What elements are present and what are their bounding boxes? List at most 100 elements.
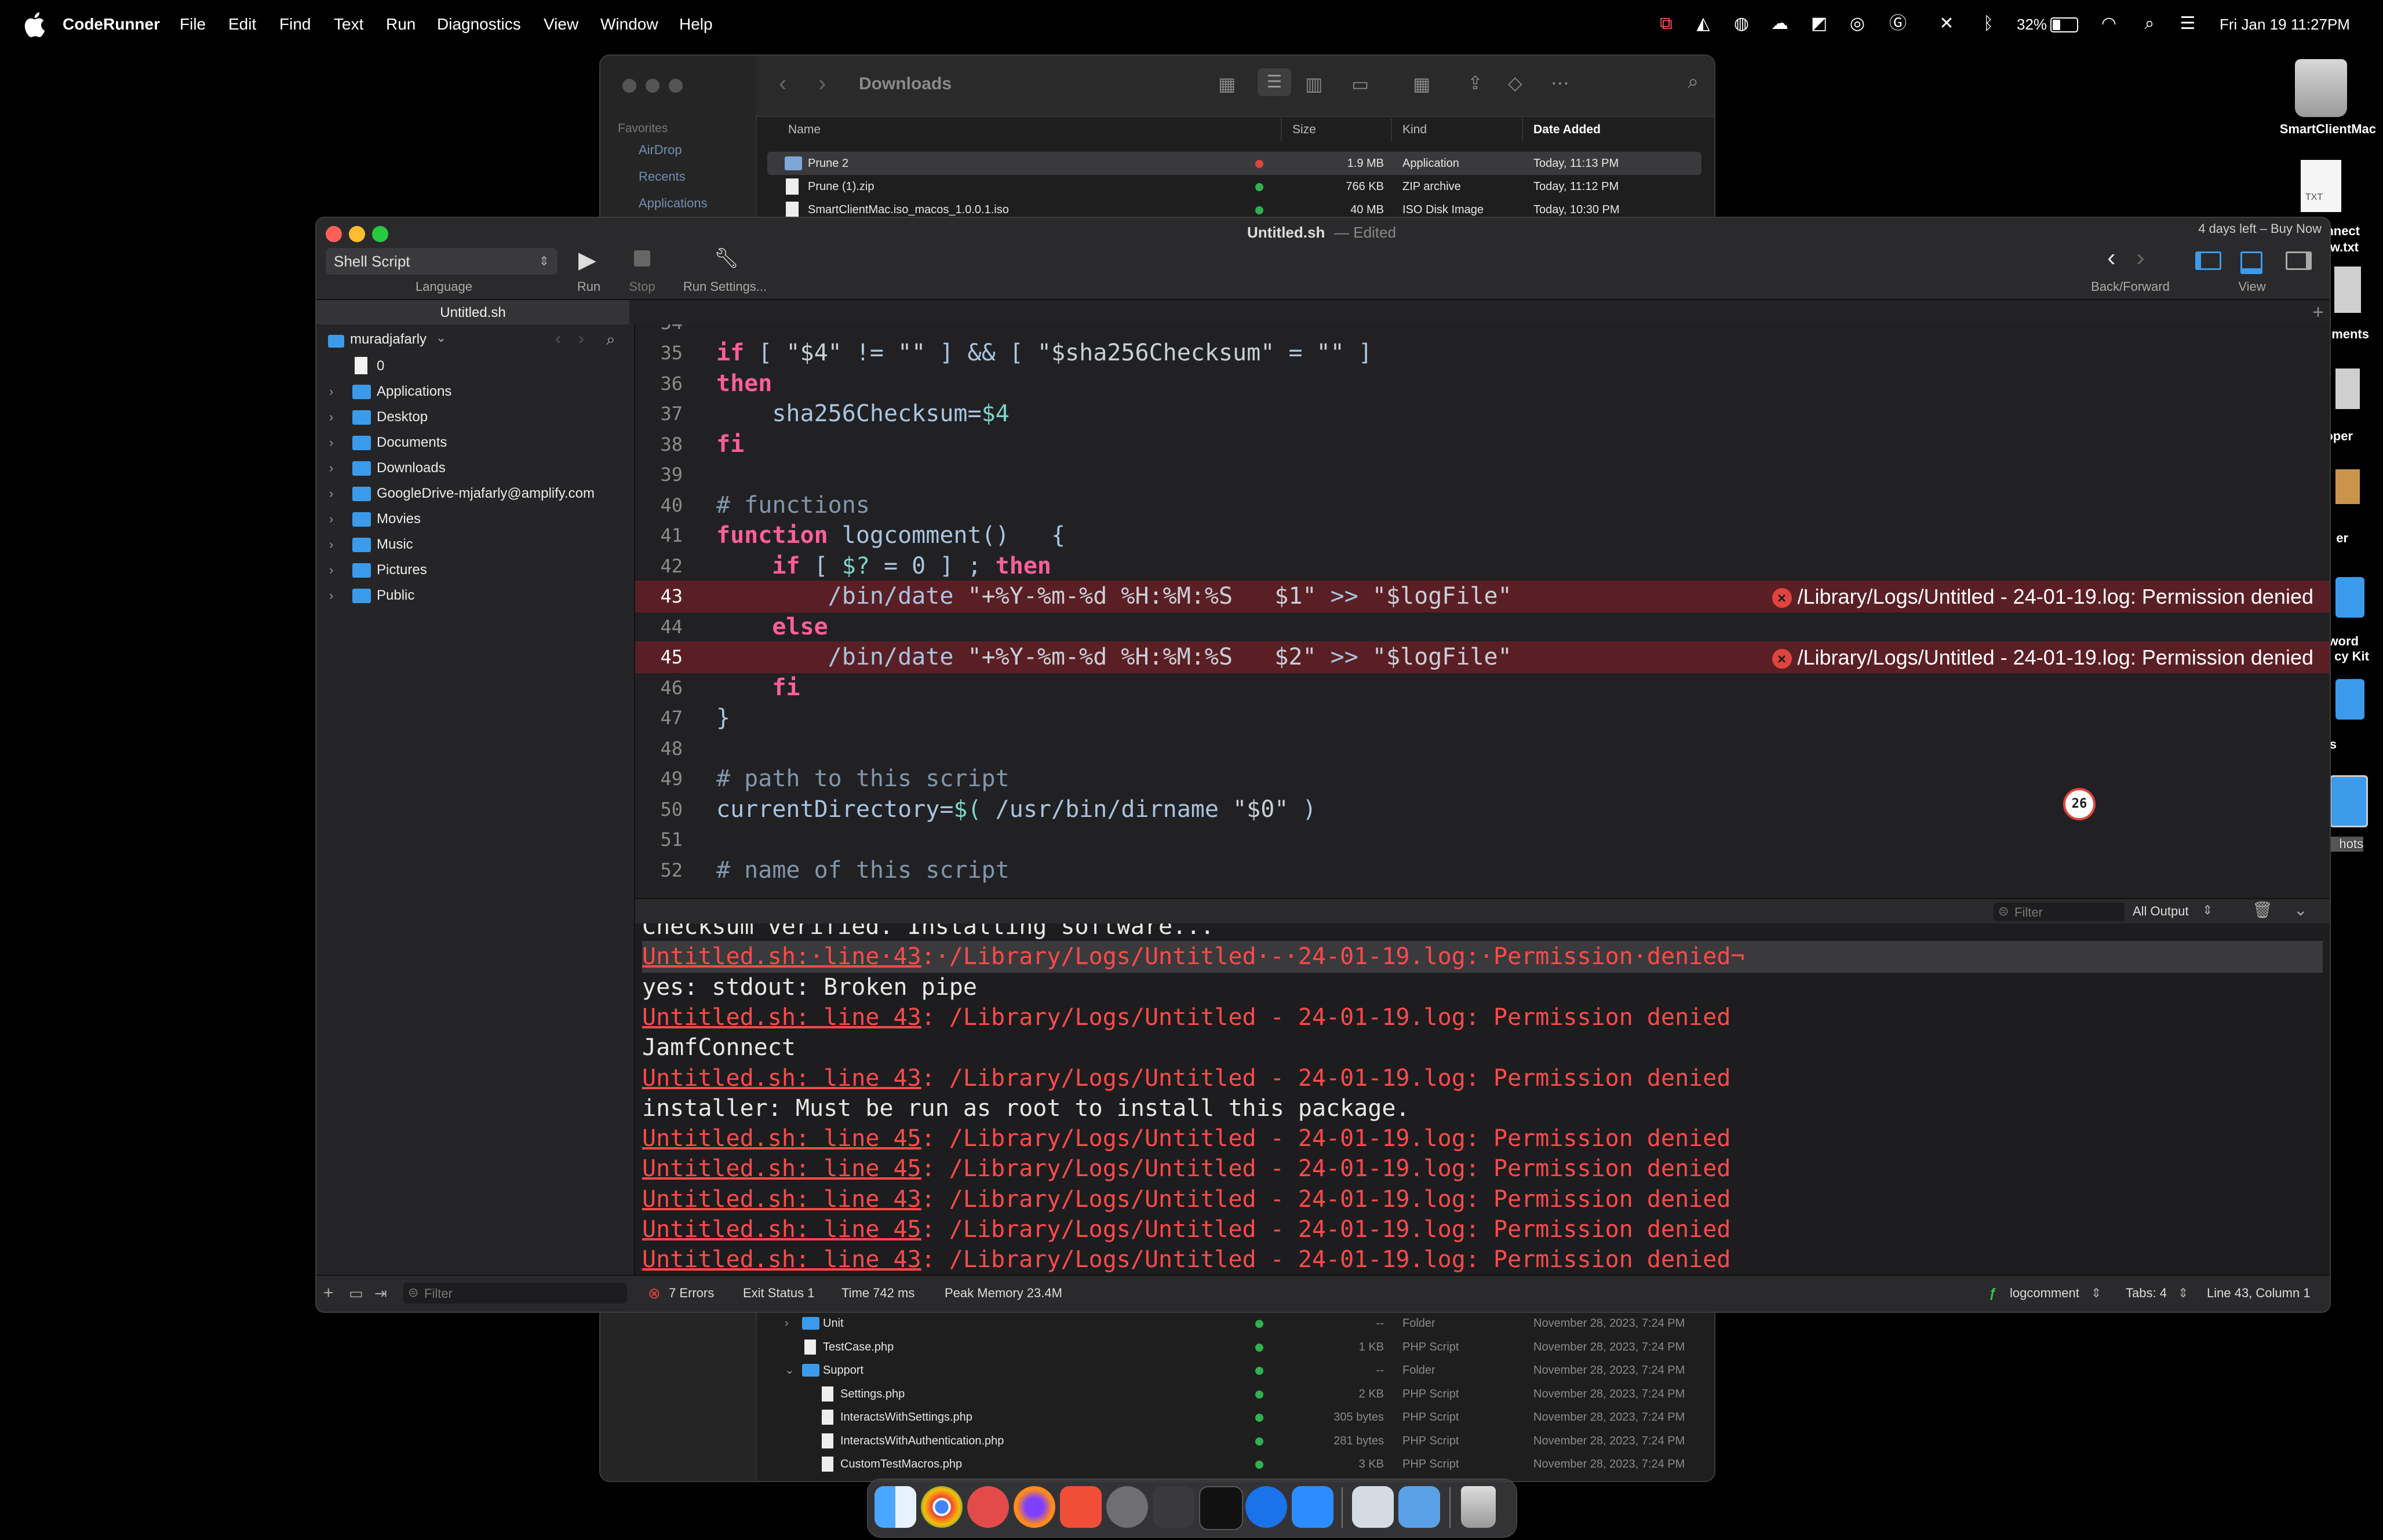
- table-row[interactable]: ⌄ Support -- Folder November 28, 2023, 7:24 …: [767, 1359, 1701, 1382]
- import-icon[interactable]: ⇥: [374, 1276, 387, 1311]
- output-error-link[interactable]: Untitled.sh: line 43: [642, 1186, 921, 1213]
- code-line[interactable]: 51: [635, 824, 2330, 856]
- control-center-icon[interactable]: ☰: [2177, 13, 2199, 35]
- error-count[interactable]: 7 Errors: [669, 1276, 714, 1311]
- search-icon[interactable]: ⌕: [606, 330, 615, 349]
- code-line[interactable]: 47}: [635, 702, 2330, 734]
- chevron-right-icon[interactable]: ›: [329, 481, 333, 506]
- stop-icon[interactable]: [634, 250, 650, 267]
- sidebar-filter-input[interactable]: ⊜ Filter: [403, 1283, 627, 1304]
- output-line[interactable]: JamfConnect: [642, 1032, 796, 1064]
- current-function[interactable]: logcomment: [2010, 1276, 2079, 1311]
- shield-icon[interactable]: ◎: [1846, 13, 1868, 35]
- file-tree-item[interactable]: › Pictures: [316, 557, 634, 583]
- code-line[interactable]: 41 function logcomment() {: [635, 520, 2330, 552]
- tab-width[interactable]: Tabs: 4: [2126, 1276, 2167, 1311]
- output-line[interactable]: yes: stdout: Broken pipe: [642, 972, 977, 1003]
- code-line[interactable]: 36 then: [635, 368, 2330, 400]
- minimize-button[interactable]: [349, 226, 365, 242]
- apple-logo-icon[interactable]: [22, 10, 45, 38]
- code-line[interactable]: 37 sha256Checksum=$4: [635, 398, 2330, 430]
- add-icon[interactable]: +: [323, 1276, 334, 1311]
- tab-untitled-sh[interactable]: Untitled.sh: [316, 300, 629, 326]
- output-error-link[interactable]: Untitled.sh: line 45: [642, 1216, 921, 1243]
- password-manager-icon[interactable]: [1245, 1486, 1287, 1528]
- settings-icon[interactable]: [1106, 1486, 1148, 1528]
- console-toggle-icon[interactable]: [2240, 251, 2262, 274]
- network-icon[interactable]: ◩: [1808, 13, 1830, 35]
- folder-icon[interactable]: [2330, 775, 2368, 827]
- language-select[interactable]: Shell Script ⇕: [326, 248, 558, 275]
- zoom-button[interactable]: [372, 226, 388, 242]
- preview-icon[interactable]: [1398, 1486, 1440, 1528]
- code-line[interactable]: 40 # functions: [635, 490, 2330, 521]
- folder-icon[interactable]: [2335, 679, 2364, 720]
- menu-text[interactable]: Text: [334, 0, 363, 49]
- firefox-icon[interactable]: [1014, 1486, 1055, 1528]
- menu-find[interactable]: Find: [279, 0, 311, 49]
- output-line[interactable]: Untitled.sh: line 43: /Library/Logs/Unti…: [642, 1184, 1730, 1216]
- coderunner-window[interactable]: Untitled.sh — Edited 4 days left – Buy N…: [315, 217, 2331, 1313]
- menu-window[interactable]: Window: [600, 0, 658, 49]
- forward-icon[interactable]: ›: [2136, 243, 2145, 272]
- table-row[interactable]: CustomTestMacros.php 3 KB PHP Script Novemb…: [767, 1453, 1701, 1476]
- output-line[interactable]: Untitled.sh: line 45: /Library/Logs/Unti…: [642, 1153, 1730, 1185]
- chevron-right-icon[interactable]: ›: [329, 506, 333, 532]
- grammarly-icon[interactable]: Ⓖ: [1887, 13, 1909, 35]
- inspector-toggle-icon[interactable]: [2286, 251, 2312, 270]
- chrome-icon[interactable]: [921, 1486, 963, 1528]
- output-line[interactable]: Untitled.sh: line 43: /Library/Logs/Unti…: [642, 1002, 1730, 1034]
- code-line[interactable]: 46 fi: [635, 672, 2330, 704]
- output-error-link[interactable]: Untitled.sh: line 45: [642, 1125, 921, 1152]
- text-file-icon[interactable]: TXT: [2301, 160, 2341, 212]
- desktop-icon-label[interactable]: SmartClientMac: [2260, 122, 2376, 137]
- app-icon[interactable]: [1153, 1486, 1194, 1528]
- code-line[interactable]: 43 /bin/date "+%Y-%m-%d %H:%M:%S $1" >> …: [635, 581, 2330, 612]
- file-tree-item[interactable]: › Music: [316, 532, 634, 557]
- file-tree-item[interactable]: 0: [316, 353, 634, 379]
- chevron-right-icon[interactable]: ›: [329, 532, 333, 557]
- table-row[interactable]: › Unit -- Folder November 28, 2023, 7:24 PM: [767, 1312, 1701, 1335]
- table-row[interactable]: Settings.php 2 KB PHP Script November 28, 2…: [767, 1382, 1701, 1406]
- bluetooth-icon[interactable]: ᛒ: [1977, 13, 1999, 35]
- output-line[interactable]: installer: Must be run as root to instal…: [642, 1093, 1410, 1125]
- zoom-icon[interactable]: [1292, 1486, 1333, 1528]
- menu-file[interactable]: File: [180, 0, 206, 49]
- file-tree-item[interactable]: › Public: [316, 583, 634, 608]
- menu-run[interactable]: Run: [386, 0, 416, 49]
- back-icon[interactable]: ‹: [555, 329, 561, 349]
- menu-diagnostics[interactable]: Diagnostics: [437, 0, 521, 49]
- code-line[interactable]: 38 fi: [635, 429, 2330, 461]
- output-line[interactable]: Untitled.sh: line 45: /Library/Logs/Unti…: [642, 1123, 1730, 1155]
- menu-edit[interactable]: Edit: [228, 0, 256, 49]
- output-error-link[interactable]: Untitled.sh: line 45: [642, 1155, 921, 1182]
- output-error-link[interactable]: Untitled.sh: line 43: [642, 1246, 921, 1273]
- output-error-link[interactable]: Untitled.sh: line 43: [642, 1004, 921, 1031]
- disclosure-chevron-icon[interactable]: ⌄: [785, 1359, 795, 1382]
- table-row[interactable]: InteractsWithSettings.php 305 bytes PHP Sc…: [767, 1406, 1701, 1429]
- menu-view[interactable]: View: [544, 0, 578, 49]
- code-line[interactable]: 52 # name of this script: [635, 855, 2330, 886]
- new-tab-icon[interactable]: +: [2312, 301, 2324, 324]
- file-tree-item[interactable]: › Movies: [316, 506, 634, 532]
- output-console[interactable]: Checksum verified. Installing software..…: [635, 924, 2330, 1275]
- menu-help[interactable]: Help: [679, 0, 713, 49]
- code-line[interactable]: 42 if [ $? = 0 ] ; then: [635, 550, 2330, 582]
- wifi-icon[interactable]: ◠: [2098, 13, 2120, 35]
- file-tree-item[interactable]: › Downloads: [316, 455, 634, 481]
- package-icon[interactable]: [2335, 469, 2360, 504]
- table-row[interactable]: TestCase.php 1 KB PHP Script November 28, 2…: [767, 1335, 1701, 1359]
- new-folder-icon[interactable]: ▭: [349, 1276, 363, 1311]
- file-tree-item[interactable]: › GoogleDrive-mjafarly@amplify.com: [316, 481, 634, 506]
- chevron-right-icon[interactable]: ›: [329, 430, 333, 455]
- output-filter-input[interactable]: ⊜ Filter: [1994, 903, 2125, 921]
- output-line[interactable]: Checksum verified. Installing software..…: [642, 924, 1214, 943]
- code-line[interactable]: 35 if [ "$4" != "" ] && [ "$sha256Checksu…: [635, 337, 2330, 369]
- chevron-right-icon[interactable]: ›: [329, 455, 333, 481]
- output-error-link[interactable]: Untitled.sh: line 43: [642, 1065, 921, 1092]
- file-tree-item[interactable]: › Desktop: [316, 404, 634, 430]
- code-line[interactable]: 48: [635, 733, 2330, 765]
- chevron-down-icon[interactable]: ⌄: [436, 330, 446, 345]
- app-icon[interactable]: [1060, 1486, 1102, 1528]
- disk-image-icon[interactable]: [2295, 59, 2347, 117]
